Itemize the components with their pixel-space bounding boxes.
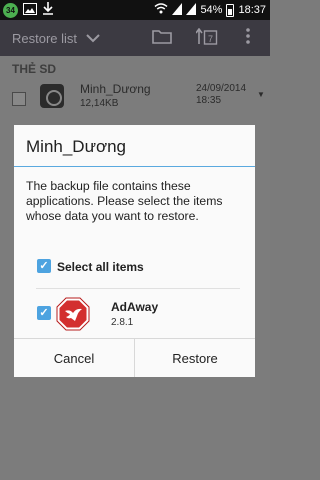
backup-icon [40, 84, 64, 108]
signal-1-icon [172, 2, 183, 18]
clock: 18:37 [238, 4, 266, 16]
row-checkbox[interactable] [12, 92, 26, 106]
expand-arrow-icon[interactable]: ▼ [257, 90, 265, 99]
status-bar: 34 54% 18:37 [0, 0, 270, 20]
dialog-button-bar: Cancel Restore [14, 338, 255, 377]
notification-badge: 34 [3, 2, 18, 18]
image-icon [23, 2, 37, 18]
svg-text:7: 7 [208, 34, 213, 44]
toolbar: Restore list 7 [0, 20, 270, 56]
toolbar-title[interactable]: Restore list [12, 31, 77, 46]
row-size: 12,14KB [80, 98, 119, 109]
calendar-sort-icon[interactable]: 7 [195, 27, 218, 51]
dialog-title-divider [14, 166, 255, 167]
select-all-checkbox[interactable]: ✓ [37, 259, 51, 273]
cancel-button[interactable]: Cancel [14, 339, 134, 377]
adaway-icon [56, 297, 90, 331]
app-name: AdAway [111, 300, 159, 314]
more-vert-icon[interactable] [245, 28, 251, 49]
row-date-value: 24/09/2014 [196, 83, 247, 94]
chevron-down-icon[interactable] [86, 30, 100, 48]
wifi-icon [154, 3, 168, 17]
dialog-title: Minh_Dương [26, 137, 127, 156]
signal-2-icon [186, 2, 197, 18]
list-divider [36, 288, 240, 289]
list-item[interactable]: Minh_Dương 12,14KB 24/09/2014 18:35 ▼ [0, 80, 270, 124]
select-all-label[interactable]: Select all items [57, 260, 144, 274]
status-bar-left: 34 [3, 2, 54, 18]
status-bar-right: 54% 18:37 [154, 2, 266, 18]
download-icon [42, 2, 54, 18]
row-date: 24/09/2014 18:35 [196, 83, 246, 107]
folder-icon[interactable] [152, 28, 172, 49]
section-header: THẺ SD [12, 62, 57, 76]
battery-percent: 54% [200, 4, 223, 16]
restore-button[interactable]: Restore [134, 339, 255, 377]
row-time-value: 18:35 [196, 95, 222, 106]
app-version: 2.8.1 [111, 317, 134, 328]
app-checkbox[interactable]: ✓ [37, 306, 51, 320]
restore-dialog: Minh_Dương The backup file contains thes… [14, 125, 255, 377]
battery-icon [226, 3, 235, 17]
dialog-message: The backup file contains these applicati… [26, 179, 223, 223]
row-name: Minh_Dương [80, 82, 151, 96]
